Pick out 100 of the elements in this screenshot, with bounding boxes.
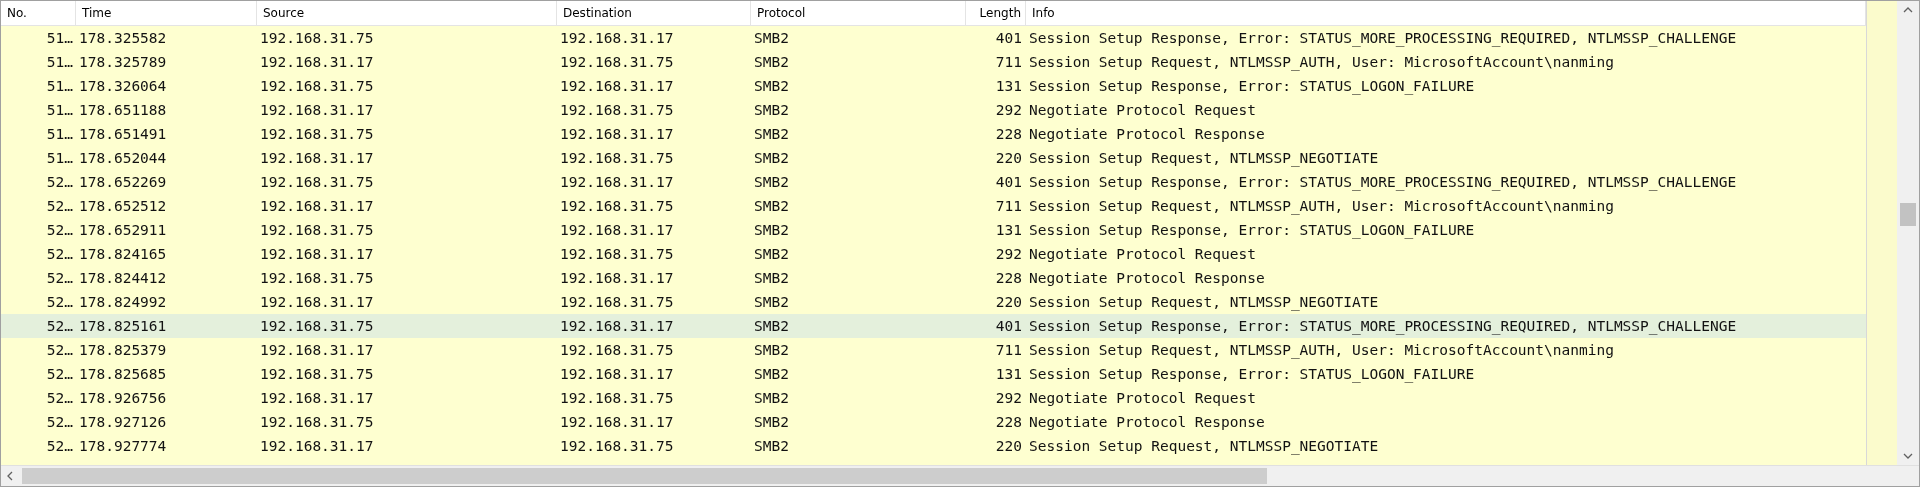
table-cell-text: 192.168.31.17: [259, 101, 375, 118]
scroll-thumb[interactable]: [22, 468, 1267, 484]
table-cell-text: 228: [994, 413, 1023, 430]
table-cell-text: 192.168.31.75: [259, 365, 375, 382]
table-cell-text: 192.168.31.75: [259, 29, 375, 46]
table-cell-text: 228: [994, 125, 1023, 142]
table-cell-text: 711: [994, 53, 1023, 70]
table-cell-text: SMB2: [753, 173, 790, 190]
table-cell-text: SMB2: [753, 389, 790, 406]
table-cell-text: 192.168.31.17: [559, 317, 675, 334]
table-cell-text: 178.824412: [78, 269, 168, 286]
column-header[interactable]: No.: [1, 1, 76, 25]
table-cell-text: 192.168.31.17: [259, 341, 375, 358]
table-cell-text: 192.168.31.17: [259, 149, 375, 166]
horizontal-scrollbar[interactable]: [1, 465, 1919, 486]
table-cell-text: SMB2: [753, 293, 790, 310]
table-cell-text: 192.168.31.17: [259, 389, 375, 406]
scroll-thumb[interactable]: [1900, 203, 1916, 226]
table-cell-text: 51…: [45, 29, 74, 46]
table-cell-text: Negotiate Protocol Response: [1028, 125, 1266, 142]
table-cell-text: SMB2: [753, 437, 790, 454]
table-cell-text: SMB2: [753, 149, 790, 166]
table-cell-text: 192.168.31.17: [559, 413, 675, 430]
table-cell-text: 401: [994, 317, 1023, 334]
vertical-scrollbar[interactable]: [1897, 1, 1919, 465]
table-cell-text: Negotiate Protocol Response: [1028, 269, 1266, 286]
table-cell-text: 52…: [45, 173, 74, 190]
column-header[interactable]: Length: [966, 1, 1026, 25]
table-cell-text: 192.168.31.75: [559, 293, 675, 310]
table-cell-text: Session Setup Request, NTLMSSP_AUTH, User: MicrosoftAccount\nanming: [1028, 341, 1615, 358]
table-cell-text: Session Setup Response, Error: STATUS_LOGON_FAILURE: [1028, 221, 1476, 238]
table-cell-text: 131: [994, 77, 1023, 94]
table-cell-text: SMB2: [753, 29, 790, 46]
table-cell-text: 192.168.31.75: [559, 341, 675, 358]
table-cell-text: 52…: [45, 341, 74, 358]
table-cell-text: SMB2: [753, 197, 790, 214]
table-cell-text: 192.168.31.17: [559, 125, 675, 142]
table-cell-text: Session Setup Request, NTLMSSP_AUTH, User: MicrosoftAccount\nanming: [1028, 53, 1615, 70]
table-cell-text: 228: [994, 269, 1023, 286]
table-cell-text: 178.651188: [78, 101, 168, 118]
table-cell-text: Session Setup Response, Error: STATUS_MORE_PROCESSING_REQUIRED, NTLMSSP_CHALLENGE: [1028, 317, 1738, 334]
table-cell-text: 192.168.31.75: [559, 437, 675, 454]
table-cell-text: 192.168.31.75: [559, 149, 675, 166]
table-cell-text: 711: [994, 341, 1023, 358]
table-cell-text: 52…: [45, 197, 74, 214]
table-cell-text: 131: [994, 221, 1023, 238]
table-cell-text: Negotiate Protocol Response: [1028, 413, 1266, 430]
table-cell-text: Session Setup Response, Error: STATUS_MORE_PROCESSING_REQUIRED, NTLMSSP_CHALLENGE: [1028, 29, 1738, 46]
table-cell-text: 178.652512: [78, 197, 168, 214]
table-cell-text: Negotiate Protocol Request: [1028, 101, 1257, 118]
table-cell-text: 192.168.31.75: [559, 53, 675, 70]
table-cell-text: Negotiate Protocol Request: [1028, 389, 1257, 406]
table-cell-text: SMB2: [753, 77, 790, 94]
table-cell-text: 178.825161: [78, 317, 168, 334]
column-header[interactable]: Time: [76, 1, 257, 25]
table-cell-text: 192.168.31.75: [559, 245, 675, 262]
table-cell-text: SMB2: [753, 245, 790, 262]
table-cell-text: SMB2: [753, 365, 790, 382]
table-cell-text: 51…: [45, 101, 74, 118]
table-cell-text: 192.168.31.17: [259, 53, 375, 70]
table-cell-text: 192.168.31.75: [259, 77, 375, 94]
table-cell-text: 51…: [45, 77, 74, 94]
table-cell-text: 711: [994, 197, 1023, 214]
table-cell-text: Session Setup Response, Error: STATUS_MORE_PROCESSING_REQUIRED, NTLMSSP_CHALLENGE: [1028, 173, 1738, 190]
table-cell-text: SMB2: [753, 413, 790, 430]
table-cell-text: 131: [994, 365, 1023, 382]
table-cell-text: Session Setup Response, Error: STATUS_LOGON_FAILURE: [1028, 77, 1476, 94]
table-cell-text: SMB2: [753, 125, 790, 142]
table-cell-text: 178.325789: [78, 53, 168, 70]
table-cell-text: 192.168.31.17: [559, 77, 675, 94]
table-cell-text: 192.168.31.17: [259, 437, 375, 454]
table-cell-text: 192.168.31.17: [559, 365, 675, 382]
table-cell-text: Negotiate Protocol Request: [1028, 245, 1257, 262]
column-header[interactable]: Protocol: [751, 1, 966, 25]
table-cell-text: 192.168.31.17: [259, 245, 375, 262]
table-cell-text: 292: [994, 389, 1023, 406]
scroll-down-icon[interactable]: [1903, 453, 1913, 459]
table-cell-text: 192.168.31.75: [559, 101, 675, 118]
table-cell-text: 178.824992: [78, 293, 168, 310]
table-cell-text: 178.325582: [78, 29, 168, 46]
table-cell-text: 52…: [45, 221, 74, 238]
table-cell-text: 192.168.31.17: [559, 173, 675, 190]
table-cell-text: 192.168.31.75: [259, 125, 375, 142]
scroll-left-icon[interactable]: [7, 471, 13, 481]
table-cell-text: 192.168.31.17: [559, 269, 675, 286]
column-header[interactable]: Destination: [557, 1, 751, 25]
table-cell-text: Session Setup Request, NTLMSSP_NEGOTIATE: [1028, 293, 1380, 310]
table-cell-text: 401: [994, 173, 1023, 190]
packet-row[interactable]: 52… 178.825161 192.168.31.75 192.168.31.17 SMB2 401 Session Setup Response, Error: STATUS_MORE_PROCESSING_REQUIRED, NTLMSSP_CHALLENGE: [1, 313, 1867, 338]
table-cell-text: 52…: [45, 389, 74, 406]
table-cell-text: 292: [994, 245, 1023, 262]
column-header[interactable]: Source: [257, 1, 557, 25]
table-cell-text: 52…: [45, 245, 74, 262]
table-cell-text: SMB2: [753, 269, 790, 286]
table-cell-text: SMB2: [753, 53, 790, 70]
table-cell-text: 220: [994, 293, 1023, 310]
table-cell-text: 178.824165: [78, 245, 168, 262]
table-cell-text: 178.825685: [78, 365, 168, 382]
table-cell-text: 52…: [45, 365, 74, 382]
scroll-up-icon[interactable]: [1903, 7, 1913, 13]
